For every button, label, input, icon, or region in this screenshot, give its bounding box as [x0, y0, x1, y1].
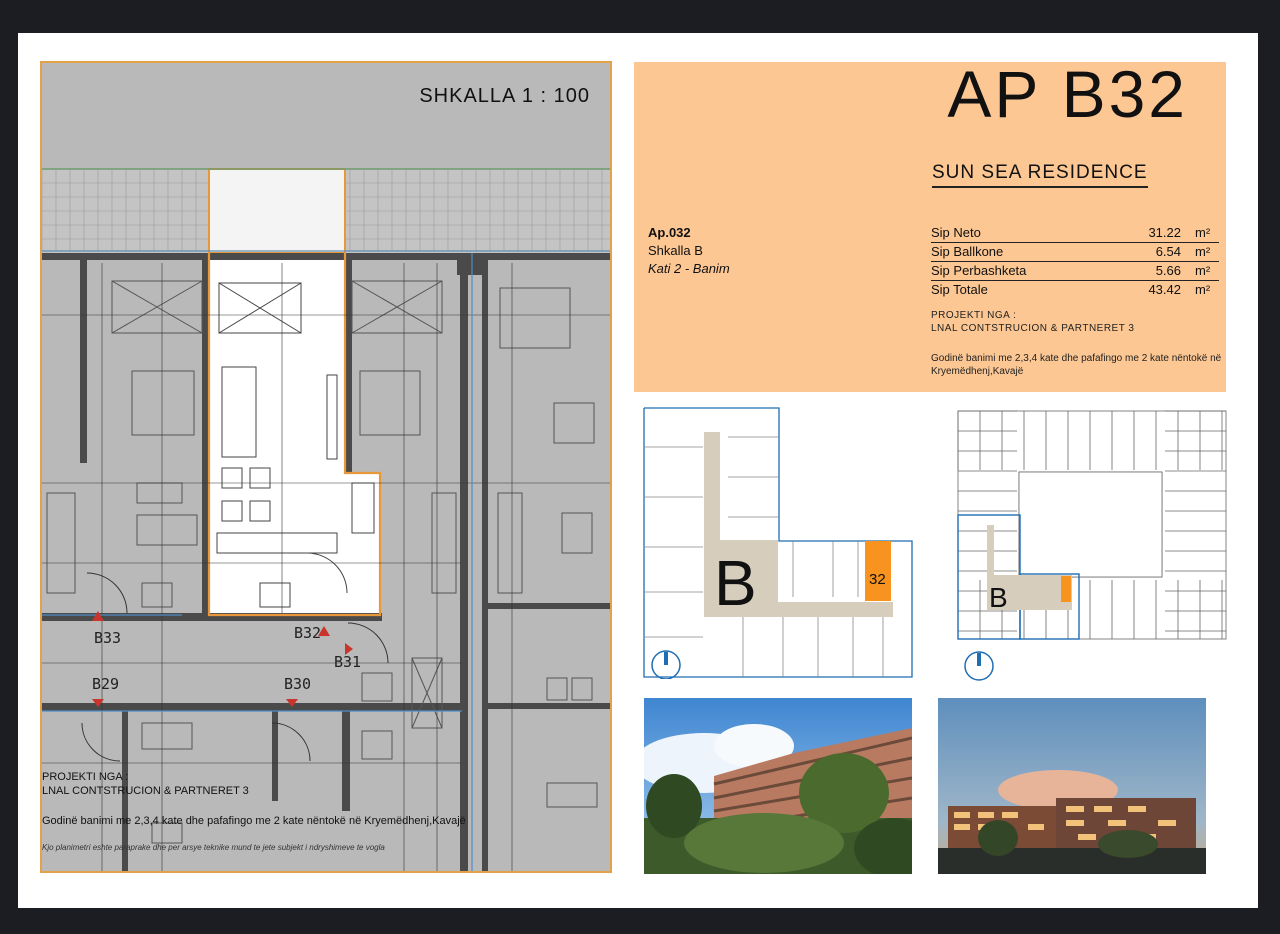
stair-label: Shkalla B: [648, 243, 703, 258]
area-unit: m²: [1195, 225, 1211, 240]
unit-label-b31: B31: [334, 653, 362, 671]
site-block-letter: B: [989, 582, 1008, 613]
area-label: Sip Ballkone: [931, 244, 1004, 259]
plan-project-by: PROJEKTI NGA :: [42, 771, 129, 783]
area-value: 6.54: [1155, 244, 1181, 259]
area-row: Sip Perbashketa 5.66 m²: [931, 262, 1219, 281]
apartment-interior: [209, 260, 345, 613]
site-key-plan: B: [957, 410, 1227, 681]
scale-label: SHKALLA 1 : 100: [419, 85, 590, 107]
floor-plan-drawing: [42, 168, 610, 871]
residence-name: SUN SEA RESIDENCE: [932, 162, 1148, 188]
project-credit: PROJEKTI NGA : LNAL CONTSTRUCION & PARTN…: [931, 309, 1135, 335]
area-label: Sip Perbashketa: [931, 263, 1027, 278]
area-unit: m²: [1195, 282, 1211, 297]
block-b-key-plan: B 32: [643, 407, 913, 679]
area-row: Sip Totale 43.42 m²: [931, 281, 1219, 299]
apartment-balcony: [208, 168, 346, 254]
building-description: Godinë banimi me 2,3,4 kate dhe pafafing…: [931, 353, 1222, 377]
unit-label-b30: B30: [284, 675, 312, 693]
day-render-image: [644, 698, 912, 874]
apartment-title: AP B32: [947, 57, 1188, 131]
area-value: 5.66: [1155, 263, 1181, 278]
area-value: 31.22: [1148, 225, 1181, 240]
dusk-render-image: [938, 698, 1206, 874]
plan-disclaimer: Kjo planimetri eshte paraprake dhe per a…: [42, 843, 385, 852]
area-row: Sip Ballkone 6.54 m²: [931, 243, 1219, 262]
company-name: LNAL CONTSTRUCION & PARTNERET 3: [931, 323, 1135, 334]
plan-company: LNAL CONTSTRUCION & PARTNERET 3: [42, 785, 249, 797]
unit-label-b29: B29: [92, 675, 120, 693]
floor-label: Kati 2 - Banim: [648, 261, 730, 276]
area-label: Sip Totale: [931, 282, 988, 297]
area-unit: m²: [1195, 263, 1211, 278]
unit-label-b32: B32: [294, 624, 322, 642]
apartment-number: Ap.032: [648, 225, 691, 240]
north-arrow-icon: [964, 651, 994, 681]
area-unit: m²: [1195, 244, 1211, 259]
north-arrow-icon: [651, 650, 681, 679]
plan-description: Godinë banimi me 2,3,4 kate dhe pafafing…: [42, 815, 466, 827]
unit-number: 32: [869, 571, 886, 588]
block-letter: B: [714, 547, 757, 619]
apartment-info-panel: AP B32 SUN SEA RESIDENCE Ap.032 Shkalla …: [634, 57, 1226, 392]
area-table: Sip Neto 31.22 m² Sip Ballkone 6.54 m² S…: [931, 224, 1219, 299]
area-row: Sip Neto 31.22 m²: [931, 224, 1219, 243]
project-by-label: PROJEKTI NGA :: [931, 310, 1017, 321]
area-value: 43.42: [1148, 282, 1181, 297]
area-label: Sip Neto: [931, 225, 981, 240]
unit-label-b33: B33: [94, 629, 122, 647]
floor-plan: SHKALLA 1 : 100 B33 B32 B31 B29 B30 PROJ…: [40, 61, 612, 873]
